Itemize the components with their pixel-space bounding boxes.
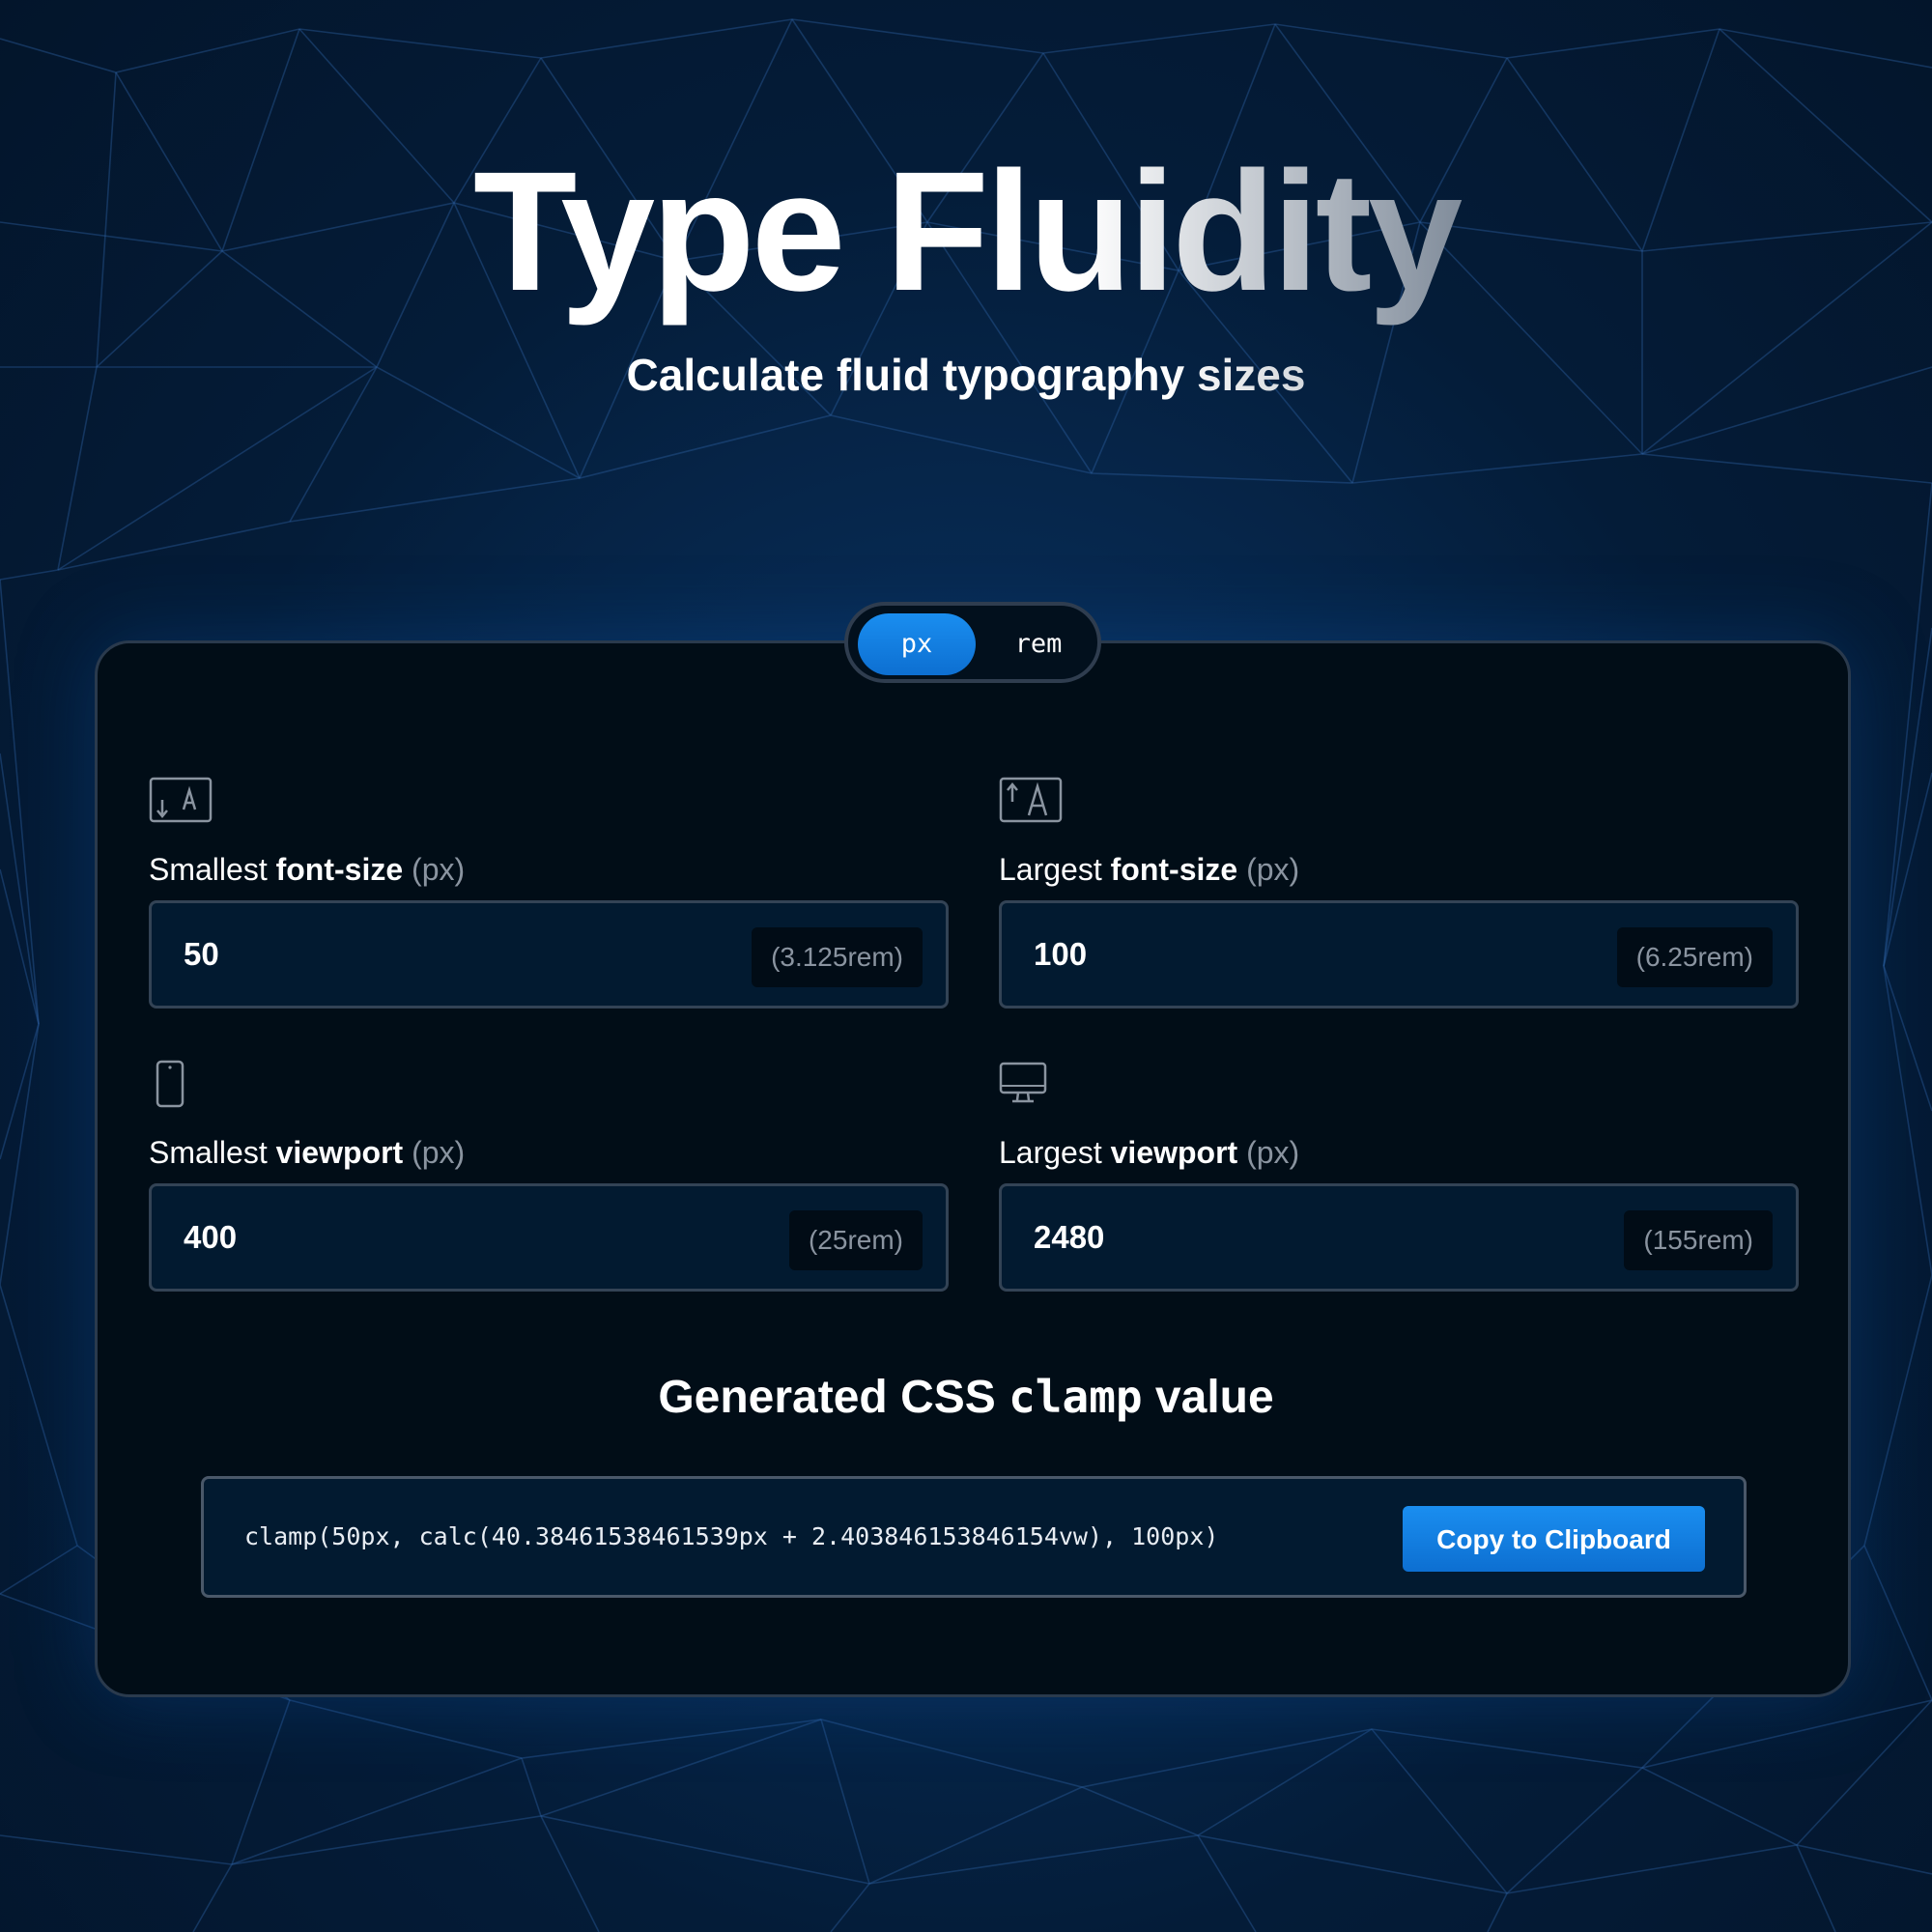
unit-option-rem[interactable]: rem xyxy=(980,613,1097,675)
max-viewport-label: Largest viewport (px) xyxy=(999,1133,1299,1172)
mobile-phone-icon xyxy=(156,1060,185,1108)
max-viewport-input[interactable]: 2480 (155rem) xyxy=(999,1183,1799,1292)
font-size-increase-icon xyxy=(999,777,1063,823)
unit-toggle: px rem xyxy=(844,602,1101,683)
min-viewport-label: Smallest viewport (px) xyxy=(149,1133,465,1172)
label-prefix: Largest xyxy=(999,852,1111,887)
max-viewport-field: Largest viewport (px) 2480 (155rem) xyxy=(999,1060,1799,1292)
font-size-decrease-icon xyxy=(149,777,213,823)
copy-to-clipboard-button[interactable]: Copy to Clipboard xyxy=(1403,1506,1705,1572)
label-unit: (px) xyxy=(1237,852,1300,887)
label-unit: (px) xyxy=(403,852,466,887)
min-font-size-rem-badge: (3.125rem) xyxy=(752,927,923,987)
label-keyword: viewport xyxy=(275,1135,404,1170)
clamp-output-code[interactable]: clamp(50px, calc(40.38461538461539px + 2… xyxy=(244,1479,1218,1595)
label-prefix: Largest xyxy=(999,1135,1111,1170)
max-viewport-rem-badge: (155rem) xyxy=(1624,1210,1773,1270)
label-prefix: Smallest xyxy=(149,852,276,887)
result-heading-prefix: Generated CSS xyxy=(658,1372,1009,1423)
result-heading-code: clamp xyxy=(1009,1371,1143,1423)
label-keyword: viewport xyxy=(1110,1135,1238,1170)
max-viewport-value: 2480 xyxy=(1034,1219,1105,1255)
min-viewport-rem-badge: (25rem) xyxy=(788,1210,923,1270)
page-subtitle: Calculate fluid typography sizes xyxy=(0,348,1932,402)
label-unit: (px) xyxy=(403,1135,466,1170)
label-keyword: font-size xyxy=(1110,852,1238,887)
min-font-size-input[interactable]: 50 (3.125rem) xyxy=(149,900,949,1009)
max-font-size-input[interactable]: 100 (6.25rem) xyxy=(999,900,1799,1009)
min-font-size-value: 50 xyxy=(184,936,219,972)
min-viewport-value: 400 xyxy=(184,1219,238,1255)
min-font-size-field: Smallest font-size (px) 50 (3.125rem) xyxy=(149,777,949,1009)
page-title: Type Fluidity xyxy=(0,135,1932,328)
result-heading-suffix: value xyxy=(1142,1372,1274,1423)
max-font-size-field: Largest font-size (px) 100 (6.25rem) xyxy=(999,777,1799,1009)
label-prefix: Smallest xyxy=(149,1135,276,1170)
max-font-size-value: 100 xyxy=(1034,936,1088,972)
max-font-size-label: Largest font-size (px) xyxy=(999,850,1299,889)
unit-option-px[interactable]: px xyxy=(858,613,976,675)
label-keyword: font-size xyxy=(275,852,404,887)
css-output-box: clamp(50px, calc(40.38461538461539px + 2… xyxy=(201,1476,1747,1598)
result-heading: Generated CSS clamp value xyxy=(0,1368,1932,1427)
min-font-size-label: Smallest font-size (px) xyxy=(149,850,465,889)
label-unit: (px) xyxy=(1237,1135,1300,1170)
min-viewport-input[interactable]: 400 (25rem) xyxy=(149,1183,949,1292)
min-viewport-field: Smallest viewport (px) 400 (25rem) xyxy=(149,1060,949,1292)
desktop-monitor-icon xyxy=(999,1062,1047,1103)
max-font-size-rem-badge: (6.25rem) xyxy=(1616,927,1773,987)
